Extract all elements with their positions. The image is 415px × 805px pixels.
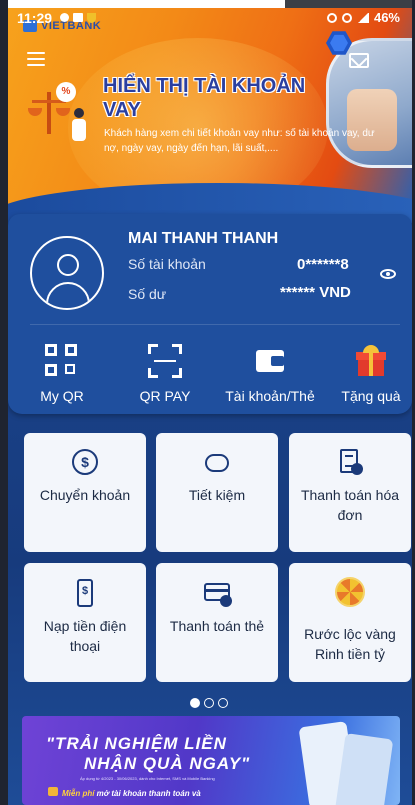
tile-phone-topup[interactable]: $ Nạp tiền điện thoại: [24, 563, 146, 682]
battery-level: 46%: [373, 10, 400, 25]
account-holder-name: MAI THANH THANH: [128, 230, 279, 247]
experience-promo-banner[interactable]: "TRẢI NGHIỆM LIỀN NHẬN QUÀ NGAY" Áp dụng…: [22, 716, 400, 805]
balance-label: Số dư: [128, 286, 167, 302]
left-edge: [0, 0, 8, 805]
account-number-label: Số tài khoản: [128, 256, 206, 272]
signal-icon: [356, 12, 369, 23]
eye-icon[interactable]: [380, 269, 396, 279]
lucky-wheel-icon: [335, 577, 365, 607]
status-time: 11:29: [17, 10, 53, 26]
divider: [30, 324, 400, 325]
app-screen: 11:29 46% VIETBANK % HIỂN THỊ TÀI KHOẢN …: [0, 0, 415, 805]
page-dot-active[interactable]: [190, 698, 200, 708]
gift-flag-icon: [48, 787, 58, 796]
quick-action-my-qr[interactable]: My QR: [12, 330, 112, 404]
tile-label: Tiết kiệm: [188, 487, 246, 503]
percent-badge: %: [56, 82, 76, 102]
promo-footer-bold: Miễn phí: [62, 789, 95, 798]
gift-icon: [354, 344, 388, 378]
transfer-icon: $: [72, 449, 98, 477]
mail-icon[interactable]: [349, 53, 369, 68]
scan-icon: [148, 344, 182, 378]
avatar[interactable]: [30, 236, 104, 310]
carousel-pagination: [190, 698, 228, 708]
quick-actions: My QR QR PAY Tài khoản/Thẻ Tặng quà: [8, 330, 412, 410]
promo-footer-rest: mở tài khoản thanh toán và: [94, 789, 201, 798]
banner-title: HIỂN THỊ TÀI KHOẢN VAY: [103, 75, 306, 121]
quick-action-account-card[interactable]: Tài khoản/Thẻ: [220, 330, 320, 404]
phone-illustration: [334, 733, 394, 805]
tile-card-payment[interactable]: Thanh toán thẻ: [156, 563, 278, 682]
quick-action-qr-pay[interactable]: QR PAY: [115, 330, 215, 404]
piggy-bank-icon: [204, 449, 230, 477]
top-edge: [0, 0, 415, 8]
banner-description: Khách hàng xem chi tiết khoản vay như: s…: [104, 128, 375, 154]
account-number: 0******8: [297, 256, 349, 273]
status-bar: 11:29 46%: [8, 8, 412, 30]
tile-bill-payment[interactable]: Thanh toán hóa đơn: [289, 433, 411, 552]
hamburger-menu-icon[interactable]: [27, 52, 45, 66]
quick-action-gift[interactable]: Tặng quà: [328, 330, 414, 404]
page-dot[interactable]: [204, 698, 214, 708]
page-dot[interactable]: [218, 698, 228, 708]
gallery-icon: [73, 13, 83, 22]
shield-icon: [87, 13, 96, 23]
bill-icon: [337, 449, 363, 477]
tile-label: Chuyển khoản: [39, 487, 131, 503]
quick-action-label: Tặng quà: [341, 388, 401, 404]
promo-footer: Miễn phí mở tài khoản thanh toán và: [62, 789, 201, 798]
balance-value: ****** VND: [280, 284, 351, 301]
phone-topup-icon: $: [72, 579, 98, 607]
card-payment-icon: [204, 579, 232, 607]
notification-dot-icon: [60, 13, 69, 22]
tile-savings[interactable]: Tiết kiệm: [156, 433, 278, 552]
tile-label: Nạp tiền điện thoại: [43, 618, 127, 654]
quick-action-label: My QR: [40, 388, 84, 404]
promo-line-2: NHẬN QUÀ NGAY": [84, 754, 251, 773]
tile-label: Thanh toán thẻ: [169, 618, 265, 634]
tile-label: Rước lộc vàng Rinh tiền tỷ: [304, 626, 396, 662]
promo-fine-print: Áp dụng từ 4/2023 - 30/06/2023, dành cho…: [80, 776, 215, 781]
wallet-icon: [253, 344, 287, 378]
tile-transfer[interactable]: $ Chuyển khoản: [24, 433, 146, 552]
promo-line-1: "TRẢI NGHIỆM LIỀN: [46, 734, 227, 753]
person-illustration: [70, 108, 88, 142]
wifi-icon: [341, 12, 352, 23]
quick-action-label: QR PAY: [139, 388, 191, 404]
qr-code-icon: [45, 344, 79, 378]
alarm-icon: [326, 12, 337, 23]
tile-lucky-draw[interactable]: Rước lộc vàng Rinh tiền tỷ: [289, 563, 411, 682]
tile-label: Thanh toán hóa đơn: [300, 487, 400, 523]
quick-action-label: Tài khoản/Thẻ: [225, 388, 315, 404]
